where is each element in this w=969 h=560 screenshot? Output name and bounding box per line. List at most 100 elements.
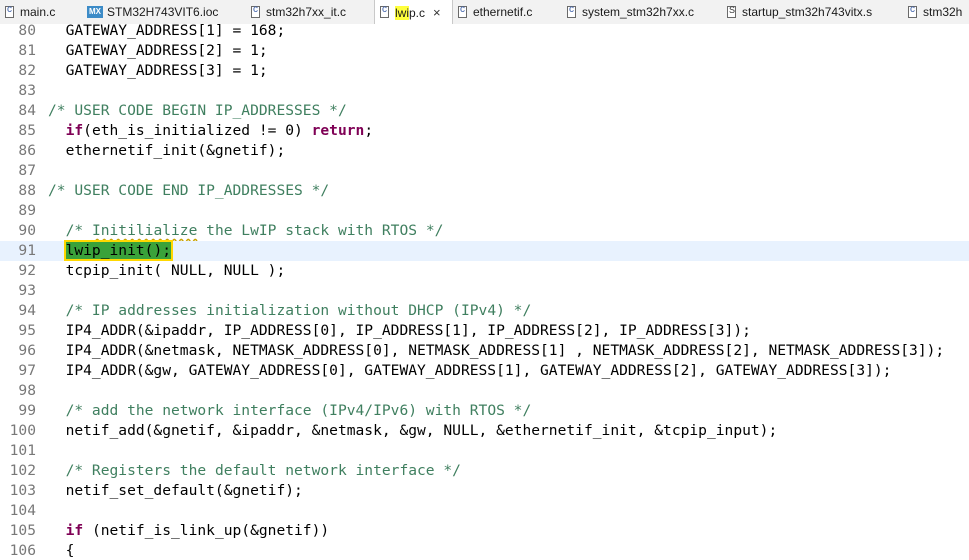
tab-stm32h7xx-it-c[interactable]: stm32h7xx_it.c <box>246 0 374 24</box>
line-number: 87 <box>18 162 36 179</box>
code-line[interactable]: 92 tcpip_init( NULL, NULL ); <box>0 261 969 281</box>
code-text[interactable]: IP4_ADDR(&ipaddr, IP_ADDRESS[0], IP_ADDR… <box>48 321 751 341</box>
tab-startup-stm32h743vitx-s[interactable]: startup_stm32h743vitx.s <box>722 0 903 24</box>
code-text[interactable]: /* add the network interface (IPv4/IPv6)… <box>48 401 532 421</box>
line-number: 105 <box>9 522 36 539</box>
line-number: 83 <box>18 82 36 99</box>
code-line[interactable]: 89 <box>0 201 969 221</box>
c-file-icon <box>566 4 578 19</box>
tab-stm32h743vit6-ioc[interactable]: MX STM32H743VIT6.ioc <box>83 0 246 24</box>
keyword: if <box>65 522 84 539</box>
code-text[interactable]: if (netif_is_link_up(&gnetif)) <box>48 521 330 541</box>
tab-label: stm32h7xx_it.c <box>266 5 347 19</box>
line-number: 91 <box>18 242 36 259</box>
c-file-icon <box>4 4 16 19</box>
keyword: return <box>311 122 365 139</box>
code-text[interactable]: /* IP addresses initialization without D… <box>48 301 532 321</box>
code-line[interactable]: 85 if(eth_is_initialized != 0) return; <box>0 121 969 141</box>
tab-system-stm32h7xx-c[interactable]: system_stm32h7xx.c <box>562 0 722 24</box>
tab-label-rest: p.c <box>409 5 426 20</box>
code-line[interactable]: 101 <box>0 441 969 461</box>
code-line[interactable]: 94 /* IP addresses initialization withou… <box>0 301 969 321</box>
tab-ethernetif-c[interactable]: ethernetif.c <box>453 0 562 24</box>
code-line[interactable]: 102 /* Registers the default network int… <box>0 461 969 481</box>
line-number: 102 <box>9 462 36 479</box>
code-line[interactable]: 81 GATEWAY_ADDRESS[2] = 1; <box>0 41 969 61</box>
code-line[interactable]: 99 /* add the network interface (IPv4/IP… <box>0 401 969 421</box>
comment-text: /* USER CODE BEGIN IP_ADDRESSES */ <box>48 102 347 119</box>
code-line[interactable]: 105 if (netif_is_link_up(&gnetif)) <box>0 521 969 541</box>
code-text[interactable]: GATEWAY_ADDRESS[1] = 168; <box>48 24 286 41</box>
code-editor[interactable]: 80 GATEWAY_ADDRESS[1] = 168; 81 GATEWAY_A… <box>0 24 969 560</box>
code-line[interactable]: 103 netif_set_default(&gnetif); <box>0 481 969 501</box>
code-text[interactable]: { <box>48 541 75 560</box>
code-text[interactable]: IP4_ADDR(&gw, GATEWAY_ADDRESS[0], GATEWA… <box>48 361 892 381</box>
line-number: 104 <box>9 502 36 519</box>
code-line[interactable]: 83 <box>0 81 969 101</box>
code-line[interactable]: 106 { <box>0 541 969 560</box>
tab-label: startup_stm32h743vitx.s <box>742 5 873 19</box>
line-number: 88 <box>18 182 36 199</box>
code-line[interactable]: 86 ethernetif_init(&gnetif); <box>0 141 969 161</box>
comment-text: /* add the network interface (IPv4/IPv6)… <box>65 402 532 419</box>
tab-label: stm32h <box>923 5 963 19</box>
code-text[interactable]: /* Initilialize the LwIP stack with RTOS… <box>48 221 444 241</box>
line-number: 85 <box>18 122 36 139</box>
code-text[interactable]: /* Registers the default network interfa… <box>48 461 461 481</box>
code-line[interactable]: 100 netif_add(&gnetif, &ipaddr, &netmask… <box>0 421 969 441</box>
code-line[interactable]: 91 lwip_init(); <box>0 240 969 261</box>
c-file-icon <box>379 4 391 19</box>
code-line[interactable]: 104 <box>0 501 969 521</box>
tab-label: system_stm32h7xx.c <box>582 5 695 19</box>
s-file-icon <box>726 5 738 19</box>
line-number: 94 <box>18 302 36 319</box>
code-text[interactable]: lwip_init(); <box>48 240 174 261</box>
spelling-warning: Initilialize <box>91 222 198 239</box>
code-text[interactable]: if(eth_is_initialized != 0) return; <box>48 121 374 141</box>
line-number: 103 <box>9 482 36 499</box>
line-number: 100 <box>9 422 36 439</box>
line-number: 96 <box>18 342 36 359</box>
code-text[interactable]: /* USER CODE END IP_ADDRESSES */ <box>48 181 329 201</box>
close-tab-icon[interactable]: × <box>433 6 441 19</box>
code-text[interactable]: /* USER CODE BEGIN IP_ADDRESSES */ <box>48 101 347 121</box>
comment-text: /* USER CODE END IP_ADDRESSES */ <box>48 182 330 199</box>
line-number: 106 <box>9 542 36 559</box>
selected-text: lwip_init(); <box>63 240 174 261</box>
line-number: 95 <box>18 322 36 339</box>
comment-text: /* Registers the default network interfa… <box>65 462 461 479</box>
code-line[interactable]: 98 <box>0 381 969 401</box>
code-line[interactable]: 95 IP4_ADDR(&ipaddr, IP_ADDRESS[0], IP_A… <box>0 321 969 341</box>
line-number: 90 <box>18 222 36 239</box>
code-line[interactable]: 96 IP4_ADDR(&netmask, NETMASK_ADDRESS[0]… <box>0 341 969 361</box>
line-number: 86 <box>18 142 36 159</box>
code-line[interactable]: 93 <box>0 281 969 301</box>
tab-label: STM32H743VIT6.ioc <box>107 5 219 19</box>
line-number: 82 <box>18 62 36 79</box>
code-line[interactable]: 97 IP4_ADDR(&gw, GATEWAY_ADDRESS[0], GAT… <box>0 361 969 381</box>
tab-stm32h[interactable]: stm32h <box>903 0 969 24</box>
c-file-icon <box>250 4 262 19</box>
code-line[interactable]: 88 /* USER CODE END IP_ADDRESSES */ <box>0 181 969 201</box>
code-text[interactable]: netif_add(&gnetif, &ipaddr, &netmask, &g… <box>48 421 778 441</box>
tab-main-c[interactable]: main.c <box>0 0 83 24</box>
code-text[interactable]: netif_set_default(&gnetif); <box>48 481 303 501</box>
line-number: 80 <box>18 24 36 39</box>
line-number: 81 <box>18 42 36 59</box>
code-text[interactable]: GATEWAY_ADDRESS[3] = 1; <box>48 61 268 81</box>
code-text[interactable]: GATEWAY_ADDRESS[2] = 1; <box>48 41 268 61</box>
code-line[interactable]: 84 /* USER CODE BEGIN IP_ADDRESSES */ <box>0 101 969 121</box>
code-line[interactable]: 82 GATEWAY_ADDRESS[3] = 1; <box>0 61 969 81</box>
tab-lwip-c[interactable]: lwip.c × <box>374 0 453 24</box>
mx-file-icon: MX <box>87 6 103 18</box>
code-line[interactable]: 90 /* Initilialize the LwIP stack with R… <box>0 221 969 241</box>
code-text[interactable]: IP4_ADDR(&netmask, NETMASK_ADDRESS[0], N… <box>48 341 945 361</box>
code-line[interactable]: 80 GATEWAY_ADDRESS[1] = 168; <box>0 24 969 41</box>
code-line[interactable]: 87 <box>0 161 969 181</box>
line-number: 97 <box>18 362 36 379</box>
tab-label: main.c <box>20 5 56 19</box>
code-text[interactable]: tcpip_init( NULL, NULL ); <box>48 261 286 281</box>
line-number: 89 <box>18 202 36 219</box>
code-text[interactable]: ethernetif_init(&gnetif); <box>48 141 286 161</box>
keyword: if <box>65 122 84 139</box>
